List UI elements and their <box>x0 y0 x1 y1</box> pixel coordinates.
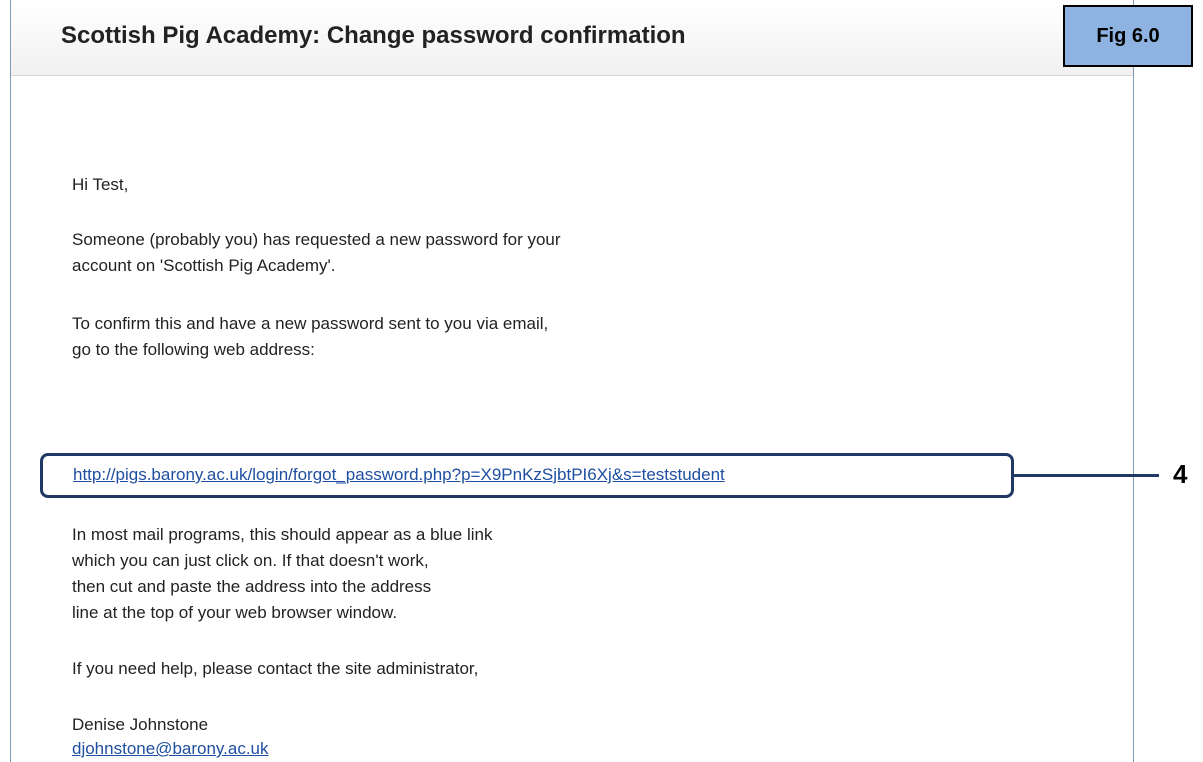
email-paragraph-line: account on 'Scottish Pig Academy'. <box>72 256 336 275</box>
callout-connector-line <box>1014 474 1159 477</box>
email-paragraph-line: In most mail programs, this should appea… <box>72 525 493 544</box>
email-panel: Scottish Pig Academy: Change password co… <box>10 0 1134 762</box>
email-greeting: Hi Test, <box>72 175 129 194</box>
screenshot-stage: Scottish Pig Academy: Change password co… <box>0 0 1203 762</box>
signature-name: Denise Johnstone <box>72 715 209 734</box>
email-paragraph-line: If you need help, please contact the sit… <box>72 659 479 678</box>
email-paragraph-line: Someone (probably you) has requested a n… <box>72 230 561 249</box>
email-subject-bar: Scottish Pig Academy: Change password co… <box>11 0 1133 76</box>
email-paragraph-line: To confirm this and have a new password … <box>72 314 549 333</box>
email-paragraph-line: which you can just click on. If that doe… <box>72 551 429 570</box>
signature-email-link[interactable]: djohnstone@barony.ac.uk <box>72 739 269 758</box>
email-paragraph-line: line at the top of your web browser wind… <box>72 603 398 622</box>
callout-highlight-box <box>40 453 1014 498</box>
email-subject: Scottish Pig Academy: Change password co… <box>61 22 686 49</box>
callout-number: 4 <box>1173 459 1188 489</box>
signature-email-wrapper: djohnstone@barony.ac.uk <box>72 738 269 760</box>
figure-label: Fig 6.0 <box>1063 5 1193 67</box>
email-paragraph-line: go to the following web address: <box>72 340 315 359</box>
email-paragraph-line: then cut and paste the address into the … <box>72 577 432 596</box>
